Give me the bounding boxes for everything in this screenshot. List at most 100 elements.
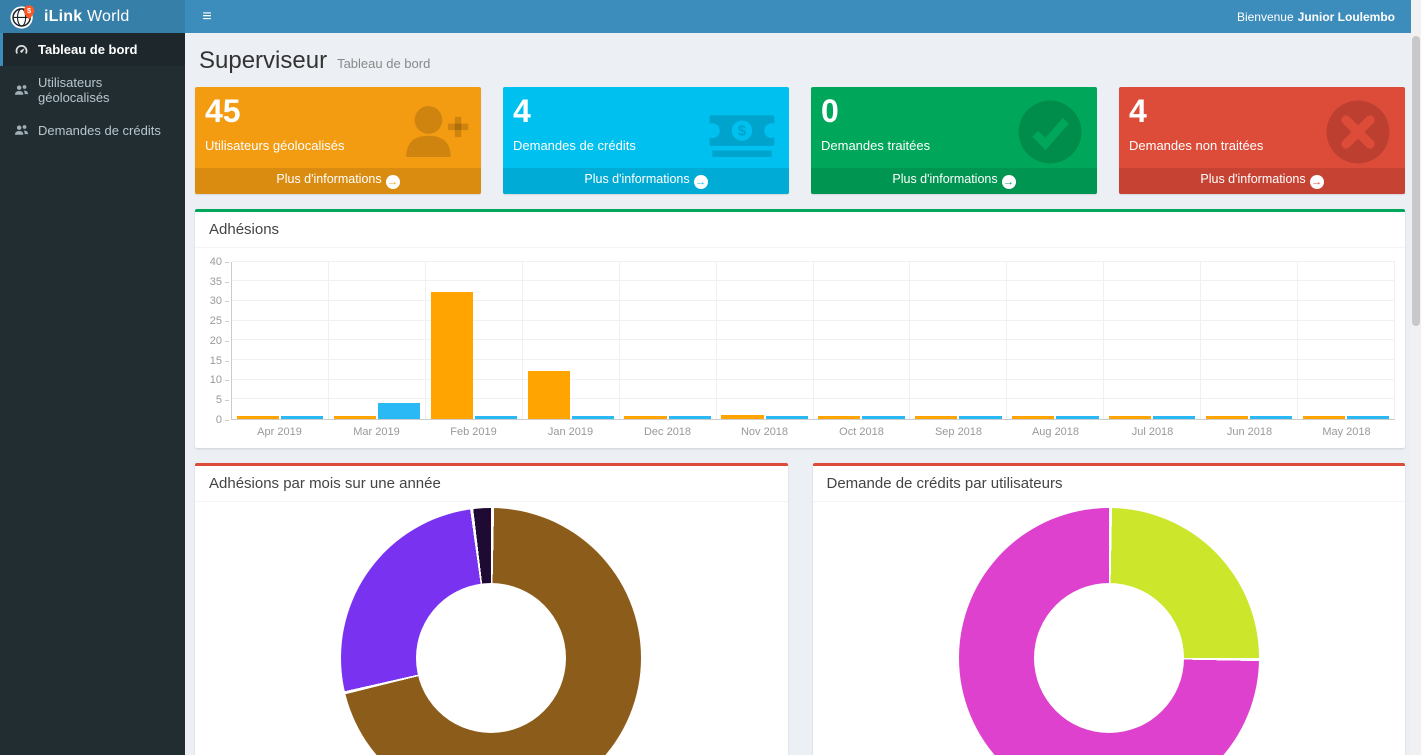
user-welcome: Bienvenue Junior Loulembo: [1237, 0, 1421, 33]
more-info-link[interactable]: Plus d'informations→: [1119, 168, 1405, 194]
sidebar-item-label: Tableau de bord: [38, 42, 137, 57]
sidebar-item-label: Demandes de crédits: [38, 123, 161, 138]
bar-chart: 0510152025303540 Apr 2019Mar 2019Feb 201…: [195, 248, 1405, 448]
bar: [915, 416, 957, 419]
bar-group: [814, 262, 911, 419]
hamburger-icon: ≡: [202, 8, 211, 26]
bar-group: [717, 262, 814, 419]
sidebar-item-demandes-de-credits[interactable]: Demandes de crédits: [0, 114, 185, 147]
y-tick-label: 25: [210, 315, 222, 327]
bar: [1206, 416, 1248, 419]
x-tick-label: Aug 2018: [1007, 426, 1104, 438]
welcome-username: Junior Loulembo: [1298, 10, 1395, 24]
bar: [281, 416, 323, 419]
x-tick-label: Jun 2018: [1201, 426, 1298, 438]
scrollbar-thumb[interactable]: [1412, 36, 1420, 326]
x-tick-label: Sep 2018: [910, 426, 1007, 438]
y-tick-label: 10: [210, 374, 222, 386]
app-logo[interactable]: $ iLink World: [0, 0, 185, 33]
bar-group: [426, 262, 523, 419]
donut-adhesions: [341, 508, 641, 755]
y-tick-label: 15: [210, 355, 222, 367]
stat-value: 45: [205, 93, 471, 130]
bar: [1153, 416, 1195, 419]
stat-label: Demandes non traitées: [1129, 138, 1395, 153]
panel-title: Adhésions: [195, 212, 1405, 248]
bar-group: [1007, 262, 1104, 419]
bar-group: [523, 262, 620, 419]
bar-group: [1298, 262, 1395, 419]
donut-credits: [959, 508, 1259, 755]
page-scrollbar[interactable]: [1411, 0, 1421, 755]
y-tick-label: 30: [210, 295, 222, 307]
bar: [862, 416, 904, 419]
stat-value: 4: [1129, 93, 1395, 130]
bar: [334, 416, 376, 419]
bar: [475, 416, 517, 419]
x-tick-label: Dec 2018: [619, 426, 716, 438]
stat-box-demandes-credits: 4 Demandes de crédits $ Plus d'informati…: [503, 87, 789, 194]
donut-panels-row: Adhésions par mois sur une année Demande…: [195, 448, 1405, 755]
stat-box-utilisateurs: 45 Utilisateurs géolocalisés Plus d'info…: [195, 87, 481, 194]
x-tick-label: Mar 2019: [328, 426, 425, 438]
page-title: Superviseur: [199, 47, 327, 75]
bar-group: [1201, 262, 1298, 419]
bar-group: [329, 262, 426, 419]
adhesions-panel: Adhésions 0510152025303540 Apr 2019Mar 2…: [195, 209, 1405, 448]
brand-title: iLink World: [44, 8, 130, 26]
tachometer-icon: [14, 42, 29, 57]
credits-donut-panel: Demande de crédits par utilisateurs: [813, 463, 1406, 755]
stat-label: Demandes traitées: [821, 138, 1087, 153]
page-subtitle: Tableau de bord: [337, 56, 430, 71]
sidebar-item-utilisateurs-geolocalises[interactable]: Utilisateurs géolocalisés: [0, 66, 185, 114]
stat-label: Utilisateurs géolocalisés: [205, 138, 471, 153]
x-tick-label: May 2018: [1298, 426, 1395, 438]
bar: [624, 416, 666, 419]
x-tick-label: Apr 2019: [231, 426, 328, 438]
y-tick-label: 20: [210, 335, 222, 347]
adhesions-donut-panel: Adhésions par mois sur une année: [195, 463, 788, 755]
more-info-link[interactable]: Plus d'informations→: [195, 168, 481, 194]
bar-group: [620, 262, 717, 419]
bar: [721, 415, 763, 419]
sidebar-item-tableau-de-bord[interactable]: Tableau de bord: [0, 33, 185, 66]
bar-chart-y-axis: 0510152025303540: [201, 262, 231, 420]
y-tick-label: 0: [216, 414, 222, 426]
stat-boxes-row: 45 Utilisateurs géolocalisés Plus d'info…: [195, 87, 1405, 194]
x-tick-label: Oct 2018: [813, 426, 910, 438]
bar-group: [232, 262, 329, 419]
arrow-circle-right-icon: →: [694, 175, 708, 189]
globe-pin-logo-icon: $: [10, 4, 36, 30]
x-tick-label: Jan 2019: [522, 426, 619, 438]
bar: [669, 416, 711, 419]
bar: [959, 416, 1001, 419]
more-info-link[interactable]: Plus d'informations→: [811, 168, 1097, 194]
top-navbar: $ iLink World ≡ Bienvenue Junior Loulemb…: [0, 0, 1421, 33]
bar-group: [1104, 262, 1201, 419]
y-tick-label: 40: [210, 256, 222, 268]
stat-box-demandes-non-traitees: 4 Demandes non traitées Plus d'informati…: [1119, 87, 1405, 194]
x-tick-label: Nov 2018: [716, 426, 813, 438]
more-info-link[interactable]: Plus d'informations→: [503, 168, 789, 194]
bar: [1012, 416, 1054, 419]
sidebar-toggle-button[interactable]: ≡: [185, 0, 229, 33]
y-tick-label: 5: [216, 394, 222, 406]
bar-group: [910, 262, 1007, 419]
bar-chart-plot: [231, 262, 1395, 420]
panel-title: Demande de crédits par utilisateurs: [813, 466, 1406, 502]
bar: [1347, 416, 1389, 419]
x-tick-label: Feb 2019: [425, 426, 522, 438]
bar: [1109, 416, 1151, 419]
bar: [766, 416, 808, 419]
welcome-label: Bienvenue: [1237, 10, 1294, 24]
stat-box-demandes-traitees: 0 Demandes traitées Plus d'informations→: [811, 87, 1097, 194]
bar: [1250, 416, 1292, 419]
bar: [818, 416, 860, 419]
arrow-circle-right-icon: →: [1310, 175, 1324, 189]
main-content: Superviseur Tableau de bord 45 Utilisate…: [185, 33, 1411, 755]
x-tick-label: Jul 2018: [1104, 426, 1201, 438]
bar: [1303, 416, 1345, 419]
stat-value: 4: [513, 93, 779, 130]
stat-value: 0: [821, 93, 1087, 130]
users-icon: [14, 83, 29, 98]
